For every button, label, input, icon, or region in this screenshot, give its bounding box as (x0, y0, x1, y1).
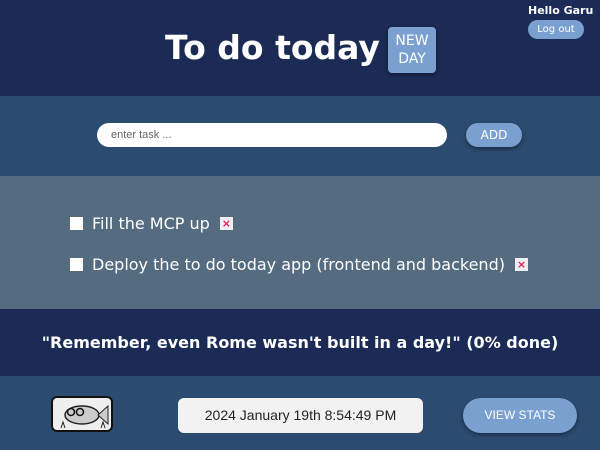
header: To do today NEW DAY Hello Garu Log out (0, 0, 600, 96)
footer: 2024 January 19th 8:54:49 PM VIEW STATS (0, 376, 600, 450)
logout-button[interactable]: Log out (528, 20, 584, 39)
view-stats-button[interactable]: VIEW STATS (463, 398, 577, 433)
greeting: Hello Garu (528, 4, 594, 17)
task-input[interactable] (97, 123, 447, 147)
task-list: Fill the MCP up × Deploy the to do today… (0, 176, 600, 309)
task-label: Fill the MCP up (92, 214, 210, 233)
task-label: Deploy the to do today app (frontend and… (92, 255, 505, 274)
datetime-display: 2024 January 19th 8:54:49 PM (178, 398, 423, 433)
motivation-quote: "Remember, even Rome wasn't built in a d… (0, 309, 600, 376)
delete-icon[interactable]: × (219, 217, 233, 230)
task-item: Fill the MCP up × (70, 214, 233, 233)
delete-icon[interactable]: × (514, 258, 528, 271)
add-button[interactable]: ADD (466, 123, 522, 147)
task-item: Deploy the to do today app (frontend and… (70, 255, 528, 274)
page-title: To do today (165, 28, 380, 67)
new-day-button[interactable]: NEW DAY (388, 27, 436, 73)
task-checkbox[interactable] (70, 217, 83, 230)
task-checkbox[interactable] (70, 258, 83, 271)
add-task-section: ADD (0, 96, 600, 176)
fish-with-glasses-icon (51, 396, 113, 432)
